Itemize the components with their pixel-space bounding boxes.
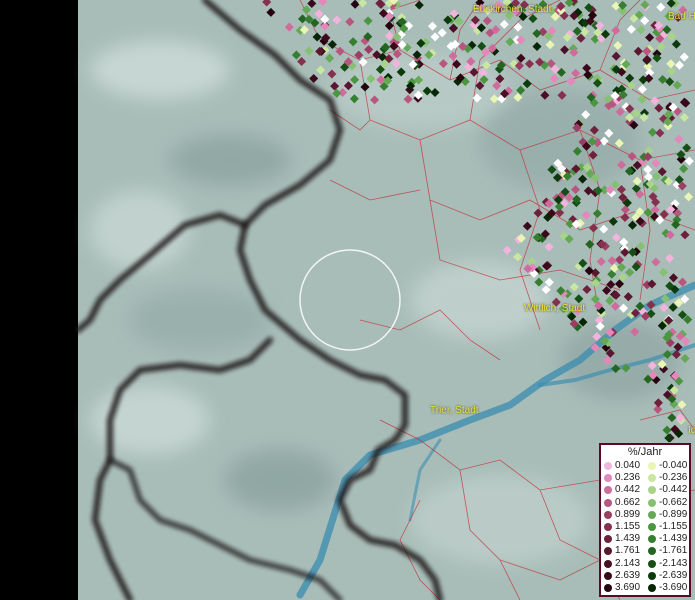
legend-swatch xyxy=(648,571,656,580)
legend-swatch xyxy=(648,523,656,532)
legend-negative-row: -2.639 xyxy=(646,570,690,582)
legend-positive-row: 0.236 xyxy=(602,472,646,484)
legend-positive-row: 3.690 xyxy=(602,582,646,594)
legend-label: -0.899 xyxy=(659,508,688,520)
legend-swatch xyxy=(604,559,612,568)
legend-swatch xyxy=(648,547,656,556)
legend-swatch xyxy=(648,510,656,519)
legend-label: -0.040 xyxy=(659,460,688,471)
legend-swatch xyxy=(604,510,612,519)
legend-swatch xyxy=(648,583,656,592)
legend-swatch xyxy=(604,583,612,592)
legend-swatch xyxy=(604,474,612,483)
legend-label: -0.442 xyxy=(659,484,688,496)
legend-swatch xyxy=(604,498,612,507)
place-label-euskirchen: Euskirchen, Stadt xyxy=(473,4,552,15)
legend-label: 1.761 xyxy=(615,545,641,557)
legend-negative-row: -0.442 xyxy=(646,484,690,496)
legend-label: -1.155 xyxy=(659,520,688,532)
legend-positive-row: 1.155 xyxy=(602,521,646,533)
legend-title: %/Jahr xyxy=(627,446,663,458)
legend-positive-row: 2.143 xyxy=(602,558,646,570)
legend-label: 0.442 xyxy=(615,484,641,496)
legend-negative-row: -0.236 xyxy=(646,472,690,484)
legend-label: 0.040 xyxy=(615,460,641,471)
legend-label: -2.639 xyxy=(659,569,688,581)
legend-negative-row: -1.155 xyxy=(646,521,690,533)
legend-swatch xyxy=(604,547,612,556)
legend-label: 2.143 xyxy=(615,557,641,569)
legend-label: 2.639 xyxy=(615,569,641,581)
legend-positive-row: 1.761 xyxy=(602,545,646,557)
legend-swatch xyxy=(604,535,612,544)
legend-swatch xyxy=(648,498,656,507)
legend-positive-row: 0.040 xyxy=(602,460,646,472)
legend-positive-row: 1.439 xyxy=(602,533,646,545)
legend-negative-row: -2.143 xyxy=(646,558,690,570)
legend-negative-row: -0.899 xyxy=(646,509,690,521)
legend-label: -2.143 xyxy=(659,557,688,569)
legend-negative-row: -3.690 xyxy=(646,582,690,594)
legend-label: -0.236 xyxy=(659,472,688,484)
legend-swatch xyxy=(604,523,612,532)
legend-positive-row: 2.639 xyxy=(602,570,646,582)
place-label-bad-h: Bad H xyxy=(668,11,695,22)
legend-negative-row: -0.040 xyxy=(646,460,690,472)
legend-label: 0.236 xyxy=(615,472,641,484)
legend-swatch xyxy=(604,571,612,580)
legend-negative-row: -1.439 xyxy=(646,533,690,545)
legend-label: 1.439 xyxy=(615,533,641,545)
legend-positive-column: 0.040 0.236 0.442 0.662 0.899 1.155 1.439 1.761… xyxy=(602,460,646,594)
legend-positive-row: 0.899 xyxy=(602,509,646,521)
map-canvas[interactable] xyxy=(0,0,695,600)
legend-negative-column: -0.040 -0.236 -0.442 -0.662 -0.899 -1.155 -1.4… xyxy=(646,460,690,594)
legend-swatch xyxy=(648,462,656,471)
place-label-id: Id xyxy=(688,425,695,436)
legend-swatch xyxy=(604,486,612,495)
legend-swatch xyxy=(648,486,656,495)
legend-label: -0.662 xyxy=(659,496,688,508)
legend-negative-row: -0.662 xyxy=(646,497,690,509)
place-label-trier: Trier, Stadt xyxy=(430,405,479,416)
legend-label: -1.761 xyxy=(659,545,688,557)
place-label-wittlich: Wittlich, Stadt xyxy=(524,303,586,314)
legend-positive-row: 0.442 xyxy=(602,484,646,496)
map-legend: %/Jahr 0.040 0.236 0.442 0.662 0.899 1.155 1.4… xyxy=(599,443,691,597)
legend-label: 1.155 xyxy=(615,520,641,532)
legend-swatch xyxy=(648,535,656,544)
legend-label: 0.662 xyxy=(615,496,641,508)
legend-swatch xyxy=(648,474,656,483)
legend-positive-row: 0.662 xyxy=(602,497,646,509)
black-strip xyxy=(0,0,78,600)
legend-label: 3.690 xyxy=(615,581,641,593)
legend-negative-row: -1.761 xyxy=(646,545,690,557)
legend-swatch xyxy=(604,462,612,471)
legend-label: 0.899 xyxy=(615,508,641,520)
legend-swatch xyxy=(648,559,656,568)
legend-label: -3.690 xyxy=(659,581,688,593)
legend-label: -1.439 xyxy=(659,533,688,545)
